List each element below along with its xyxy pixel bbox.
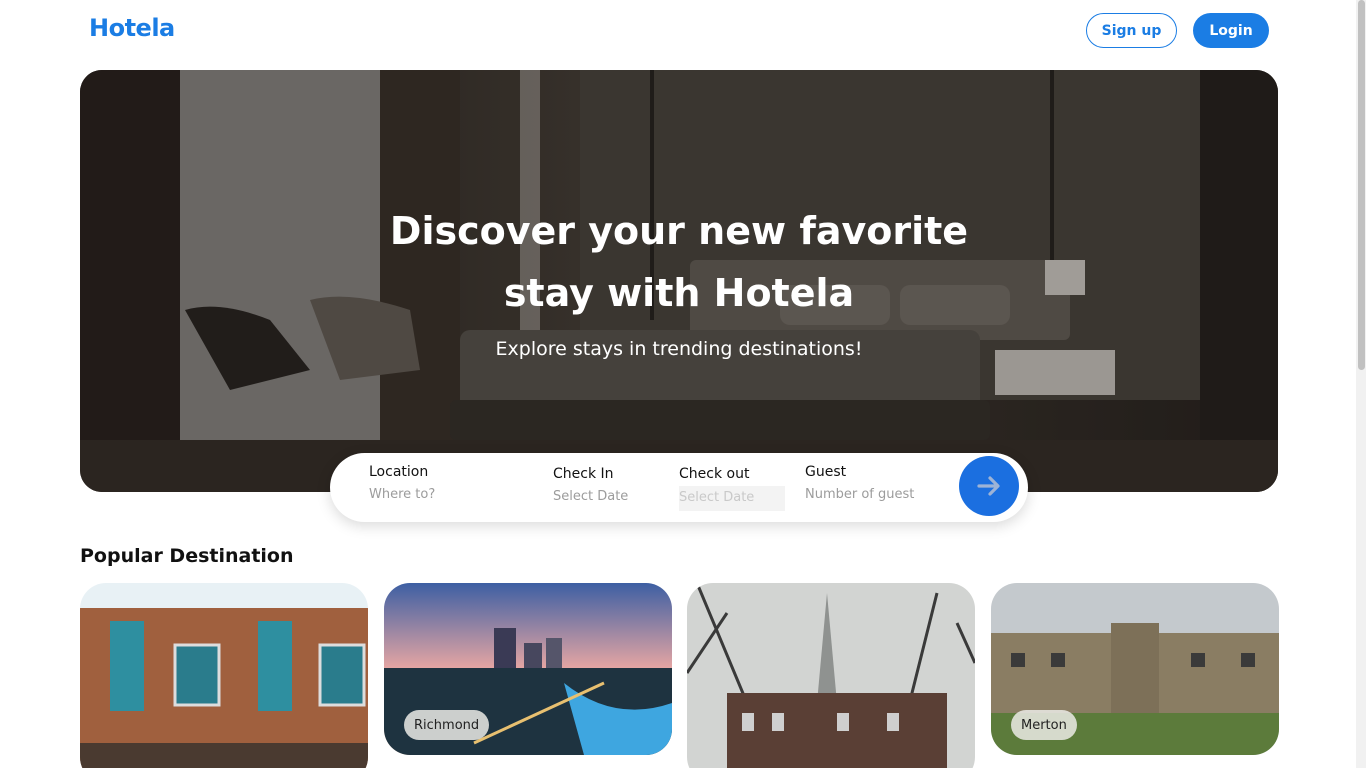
destination-image-1 — [80, 583, 368, 768]
hero-title: Discover your new favorite stay with Hot… — [329, 200, 1029, 324]
destination-card-1[interactable] — [80, 583, 368, 768]
checkin-field[interactable]: Check In Select Date — [553, 466, 628, 504]
hero-title-line2: stay with Hotela — [503, 271, 855, 315]
location-input[interactable]: Where to? — [369, 487, 435, 502]
guest-label: Guest — [805, 464, 847, 480]
checkin-label: Check In — [553, 466, 614, 482]
destination-image-3 — [687, 583, 975, 768]
destination-card-richmond[interactable]: Richmond — [384, 583, 672, 755]
guest-field[interactable]: Guest Number of guest — [805, 464, 914, 502]
location-label: Location — [369, 464, 429, 480]
signup-button[interactable]: Sign up — [1086, 13, 1177, 48]
guest-input[interactable]: Number of guest — [805, 487, 914, 502]
hero-subtitle: Explore stays in trending destinations! — [495, 338, 863, 360]
checkout-field[interactable]: Check out Select Date — [679, 466, 785, 511]
destination-label-richmond: Richmond — [404, 710, 490, 740]
checkout-input[interactable]: Select Date — [679, 486, 785, 511]
login-button[interactable]: Login — [1193, 13, 1269, 48]
search-bar: Location Where to? Check In Select Date … — [330, 453, 1028, 522]
scrollbar-thumb[interactable] — [1358, 0, 1365, 370]
hero-title-line1: Discover your new favorite — [389, 209, 969, 253]
logo[interactable]: Hotela — [89, 14, 175, 42]
checkin-input[interactable]: Select Date — [553, 489, 628, 504]
popular-destination-title: Popular Destination — [80, 545, 294, 567]
destination-card-merton[interactable]: Merton — [991, 583, 1279, 755]
arrow-right-icon — [977, 476, 1000, 496]
location-field[interactable]: Location Where to? — [369, 464, 435, 502]
hero-banner: Discover your new favorite stay with Hot… — [80, 70, 1278, 492]
destination-card-3[interactable] — [687, 583, 975, 768]
destination-label-merton: Merton — [1011, 710, 1077, 740]
search-submit-button[interactable] — [959, 456, 1019, 516]
page: Hotela Sign up Login Discover your new f… — [0, 0, 1366, 768]
checkout-label: Check out — [679, 466, 750, 482]
